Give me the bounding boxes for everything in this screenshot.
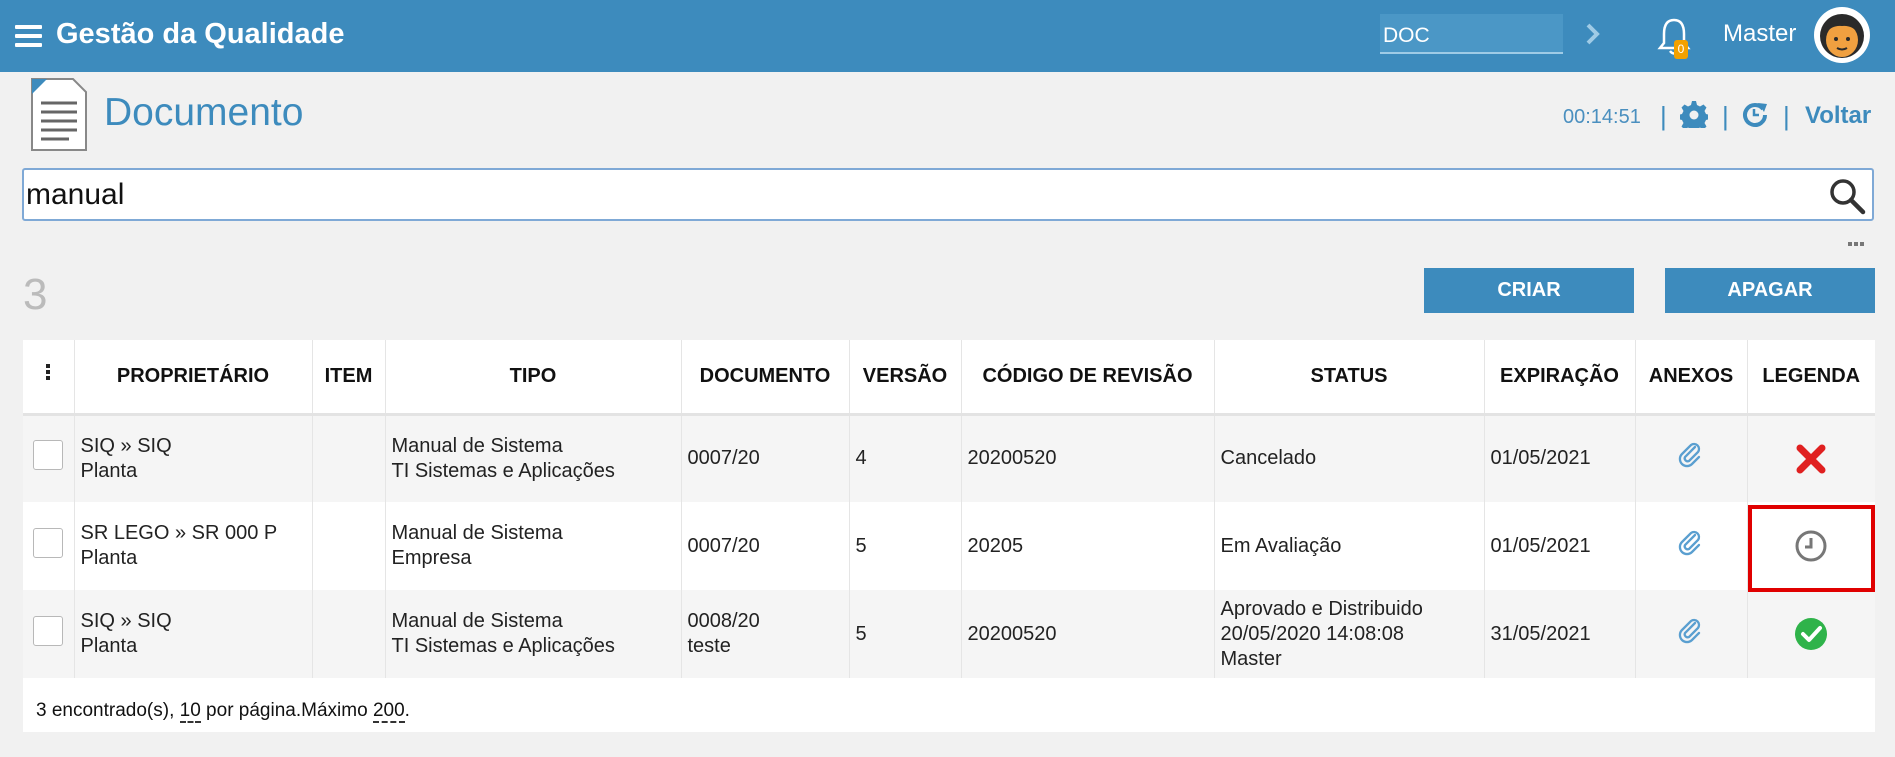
row-checkbox[interactable] — [33, 615, 64, 646]
row-checkbox[interactable] — [33, 527, 64, 558]
more-options-icon[interactable] — [1848, 233, 1868, 246]
module-input[interactable] — [1380, 14, 1563, 54]
table-row[interactable]: SIQ » SIQ Planta Manual de Sistema TI Sist… — [23, 414, 1875, 502]
revision-code: 20200520 — [961, 590, 1215, 678]
version: 4 — [849, 414, 962, 502]
column-header[interactable]: DOCUMENTO — [681, 340, 850, 416]
notification-badge: 0 — [1674, 40, 1688, 59]
owner: SIQ » SIQ — [80, 610, 172, 632]
chevron-right-icon[interactable] — [1581, 20, 1605, 48]
status-date: 20/05/2020 14:08:08 — [1220, 622, 1405, 645]
type-area: TI Sistemas e Aplicações — [391, 459, 615, 482]
table-row[interactable]: SIQ » SIQ Planta Manual de Sistema TI Sist… — [23, 590, 1875, 678]
gear-icon[interactable] — [1680, 100, 1708, 128]
documents-table: PROPRIETÁRIO ITEM TIPO DOCUMENTO VERSÃO … — [23, 340, 1875, 732]
revision-code: 20200520 — [961, 414, 1215, 502]
pagination-info: 3 encontrado(s), 10 por página.Máximo 20… — [36, 700, 410, 723]
column-header[interactable]: ITEM — [312, 340, 386, 416]
owner-site: Planta — [80, 547, 138, 569]
document-note: teste — [687, 635, 731, 657]
column-header[interactable]: CÓDIGO DE REVISÃO — [961, 340, 1215, 416]
revision-code: 20205 — [961, 502, 1215, 590]
type-area: TI Sistemas e Aplicações — [391, 635, 615, 657]
per-page-label: por página.Máximo — [200, 700, 373, 721]
refresh-icon[interactable] — [1741, 100, 1769, 128]
column-header[interactable]: EXPIRAÇÃO — [1484, 340, 1636, 416]
type: Manual de Sistema — [391, 522, 563, 544]
top-bar: Gestão da Qualidade 0 Master — [0, 0, 1895, 72]
owner: SR LEGO » SR 000 P — [80, 522, 278, 544]
kebab-icon[interactable] — [46, 364, 51, 382]
status: Em Avaliação — [1220, 534, 1342, 557]
clock-icon — [1795, 530, 1827, 562]
column-header[interactable]: STATUS — [1214, 340, 1485, 416]
owner-site: Planta — [80, 459, 138, 482]
document-icon — [31, 78, 87, 151]
owner: SIQ » SIQ — [80, 434, 172, 457]
document-number: 0008/20 — [687, 610, 760, 632]
column-header[interactable]: ANEXOS — [1635, 340, 1748, 416]
max-select[interactable]: 200 — [372, 700, 405, 723]
result-count: 3 — [23, 270, 48, 319]
menu-icon[interactable] — [15, 25, 42, 47]
create-button[interactable]: CRIAR — [1424, 268, 1634, 313]
column-header[interactable]: TIPO — [385, 340, 682, 416]
column-header[interactable]: LEGENDA — [1747, 340, 1875, 416]
found-count: 3 encontrado(s), — [36, 700, 180, 721]
back-link[interactable]: Voltar — [1805, 102, 1871, 130]
paperclip-icon[interactable] — [1678, 530, 1704, 556]
type: Manual de Sistema — [391, 434, 563, 457]
search-input[interactable] — [26, 172, 1806, 217]
divider: | — [1660, 101, 1667, 131]
version: 5 — [849, 590, 962, 678]
paperclip-icon[interactable] — [1678, 618, 1704, 644]
expiration: 31/05/2021 — [1484, 590, 1636, 678]
expiration: 01/05/2021 — [1484, 414, 1636, 502]
app-title: Gestão da Qualidade — [56, 18, 345, 50]
document-number: 0007/20 — [687, 534, 760, 557]
item — [312, 502, 386, 590]
page-title: Documento — [104, 91, 304, 134]
item — [312, 590, 386, 678]
row-checkbox[interactable] — [33, 440, 64, 471]
divider: | — [1783, 101, 1790, 131]
item — [312, 414, 386, 502]
column-header[interactable]: PROPRIETÁRIO — [74, 340, 313, 416]
delete-button[interactable]: APAGAR — [1665, 268, 1875, 313]
cancelled-icon — [1796, 444, 1826, 474]
search-icon[interactable] — [1828, 177, 1866, 215]
table-row[interactable]: SR LEGO » SR 000 P Planta Manual de Siste… — [23, 502, 1875, 590]
status-user: Master — [1220, 647, 1282, 670]
document-number: 0007/20 — [687, 447, 760, 470]
session-timer: 00:14:51 — [1563, 106, 1641, 128]
type: Manual de Sistema — [391, 610, 563, 632]
column-header[interactable]: VERSÃO — [849, 340, 962, 416]
approved-icon — [1795, 618, 1828, 650]
per-page-select[interactable]: 10 — [179, 700, 201, 723]
type-area: Empresa — [391, 547, 472, 569]
owner-site: Planta — [80, 635, 138, 657]
version: 5 — [849, 502, 962, 590]
divider: | — [1722, 101, 1729, 131]
user-name[interactable]: Master — [1723, 20, 1796, 48]
status: Cancelado — [1220, 447, 1317, 470]
search-box — [22, 168, 1874, 221]
column-options[interactable] — [23, 340, 75, 416]
paperclip-icon[interactable] — [1678, 442, 1704, 468]
footer-end: . — [404, 700, 410, 721]
expiration: 01/05/2021 — [1484, 502, 1636, 590]
avatar[interactable] — [1814, 7, 1870, 63]
status: Aprovado e Distribuido — [1220, 597, 1423, 620]
